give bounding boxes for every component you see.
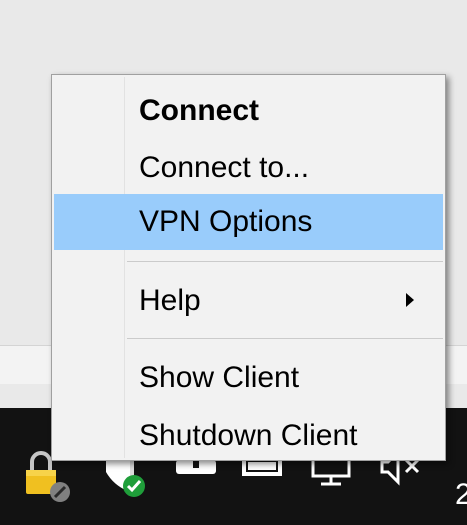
menu-separator bbox=[127, 338, 443, 339]
menu-item-label: Connect to... bbox=[139, 151, 310, 184]
menu-item-label: VPN Options bbox=[139, 205, 313, 238]
menu-item-connect[interactable]: Connect bbox=[54, 89, 443, 133]
menu-item-label: Help bbox=[139, 284, 201, 317]
tray-clock[interactable]: 2 bbox=[455, 480, 467, 510]
menu-icon-gutter-divider bbox=[124, 77, 125, 458]
menu-item-vpn-options[interactable]: VPN Options bbox=[54, 194, 443, 250]
menu-item-label: Show Client bbox=[139, 361, 300, 394]
menu-item-connect-to[interactable]: Connect to... bbox=[54, 146, 443, 190]
menu-item-help[interactable]: Help bbox=[54, 279, 443, 323]
menu-item-shutdown-client[interactable]: Shutdown Client bbox=[54, 414, 443, 458]
menu-item-show-client[interactable]: Show Client bbox=[54, 356, 443, 400]
menu-separator bbox=[127, 261, 443, 262]
submenu-arrow-icon bbox=[406, 293, 414, 307]
menu-item-label: Shutdown Client bbox=[139, 419, 358, 452]
menu-item-label: Connect bbox=[139, 94, 259, 127]
context-menu: Connect Connect to... VPN Options Help S… bbox=[51, 74, 446, 461]
